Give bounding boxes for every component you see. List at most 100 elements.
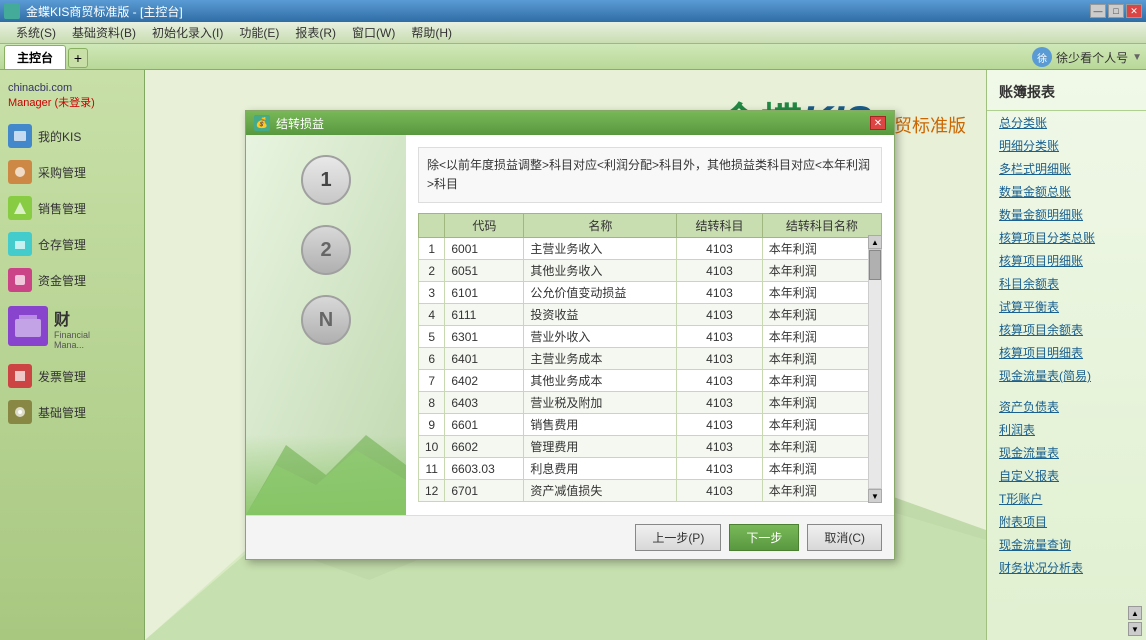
right-panel-item[interactable]: 资产负债表	[987, 395, 1146, 418]
cell-transfer-code: 4103	[677, 414, 763, 436]
table-scroll-track	[868, 249, 882, 489]
right-panel-title: 账簿报表	[987, 78, 1146, 111]
table-row: 12 6701 资产减值损失 4103 本年利润	[419, 480, 882, 502]
menu-basic-data[interactable]: 基础资料(B)	[64, 22, 144, 43]
cell-num: 3	[419, 282, 445, 304]
table-scroll-thumb[interactable]	[869, 250, 881, 280]
menu-report[interactable]: 报表(R)	[287, 22, 344, 43]
cell-name: 其他业务收入	[524, 260, 677, 282]
cell-code: 6701	[445, 480, 524, 502]
menu-function[interactable]: 功能(E)	[231, 22, 287, 43]
cell-transfer-code: 4103	[677, 436, 763, 458]
right-panel-scroll: ▲ ▼	[1128, 606, 1142, 636]
cell-transfer-name: 本年利润	[762, 436, 881, 458]
right-panel-item[interactable]: 核算项目余额表	[987, 318, 1146, 341]
wizard-step-n: N	[301, 295, 351, 345]
right-scroll-up[interactable]: ▲	[1128, 606, 1142, 620]
right-panel-item[interactable]: 数量金额明细账	[987, 203, 1146, 226]
sidebar-item-financial[interactable]: 财 FinancialMana...	[0, 298, 144, 358]
table-scroll-down[interactable]: ▼	[868, 489, 882, 503]
menu-init[interactable]: 初始化录入(I)	[144, 22, 231, 43]
cell-code: 6601	[445, 414, 524, 436]
dialog-titlebar: 💰 结转损益 ✕	[246, 111, 894, 135]
table-row: 11 6603.03 利息费用 4103 本年利润	[419, 458, 882, 480]
avatar: 徐	[1032, 47, 1052, 67]
cell-code: 6111	[445, 304, 524, 326]
mykis-icon	[8, 124, 32, 148]
sidebar-item-mykis[interactable]: 我的KIS	[0, 118, 144, 154]
dialog-title: 结转损益	[276, 115, 324, 132]
cell-transfer-name: 本年利润	[762, 414, 881, 436]
sidebar-item-storage[interactable]: 仓存管理	[0, 226, 144, 262]
right-panel-item[interactable]: T形账户	[987, 487, 1146, 510]
cell-code: 6403	[445, 392, 524, 414]
tab-main[interactable]: 主控台	[4, 45, 66, 69]
right-panel-item[interactable]: 科目余额表	[987, 272, 1146, 295]
right-panel-item[interactable]: 明细分类账	[987, 134, 1146, 157]
table-row: 3 6101 公允价值变动损益 4103 本年利润	[419, 282, 882, 304]
right-panel-item[interactable]: 利润表	[987, 418, 1146, 441]
right-panel-item[interactable]: 现金流量查询	[987, 533, 1146, 556]
manager-label: Manager (未登录)	[8, 94, 136, 110]
cell-name: 投资收益	[524, 304, 677, 326]
right-panel-item[interactable]: 总分类账	[987, 111, 1146, 134]
close-button[interactable]: ✕	[1126, 4, 1142, 18]
right-panel-item[interactable]: 数量金额总账	[987, 180, 1146, 203]
table-row: 1 6001 主营业务收入 4103 本年利润	[419, 238, 882, 260]
sidebar-item-sale[interactable]: 销售管理	[0, 190, 144, 226]
sidebar-item-basic[interactable]: 基础管理	[0, 394, 144, 430]
cell-code: 6402	[445, 370, 524, 392]
cell-code: 6301	[445, 326, 524, 348]
purchase-icon	[8, 160, 32, 184]
table-scroll-up[interactable]: ▲	[868, 235, 882, 249]
right-panel-item[interactable]: 核算项目明细账	[987, 249, 1146, 272]
right-panel-item[interactable]: 核算项目分类总账	[987, 226, 1146, 249]
maximize-button[interactable]: □	[1108, 4, 1124, 18]
cancel-button[interactable]: 取消(C)	[807, 524, 882, 551]
cell-transfer-name: 本年利润	[762, 458, 881, 480]
sidebar-item-invoice[interactable]: 发票管理	[0, 358, 144, 394]
data-table: 代码 名称 结转科目 结转科目名称 1 6001 主营业务收入 4103 本年利…	[418, 213, 882, 502]
sidebar-label-financial: 财	[54, 306, 90, 330]
menu-system[interactable]: 系统(S)	[8, 22, 64, 43]
table-row: 7 6402 其他业务成本 4103 本年利润	[419, 370, 882, 392]
dialog-transfer-profit: 💰 结转损益 ✕ 1 2 N 除<以前年度损益调整	[245, 110, 895, 560]
cell-name: 资产减值损失	[524, 480, 677, 502]
sidebar-label-finance: 资金管理	[38, 272, 86, 289]
wizard-step-1: 1	[301, 155, 351, 205]
next-button[interactable]: 下一步	[729, 524, 799, 551]
right-panel-item[interactable]: 现金流量表(简易)	[987, 364, 1146, 387]
right-panel-divider	[987, 387, 1146, 395]
right-panel-item[interactable]: 财务状况分析表	[987, 556, 1146, 579]
sidebar-label-storage: 仓存管理	[38, 236, 86, 253]
right-panel-item[interactable]: 核算项目明细表	[987, 341, 1146, 364]
sidebar-item-purchase[interactable]: 采购管理	[0, 154, 144, 190]
menu-window[interactable]: 窗口(W)	[344, 22, 403, 43]
right-panel-item[interactable]: 现金流量表	[987, 441, 1146, 464]
dialog-close-button[interactable]: ✕	[870, 116, 886, 130]
minimize-button[interactable]: —	[1090, 4, 1106, 18]
financial-icon	[8, 306, 48, 346]
right-scroll-down[interactable]: ▼	[1128, 622, 1142, 636]
right-panel-item[interactable]: 自定义报表	[987, 464, 1146, 487]
user-dropdown-arrow[interactable]: ▼	[1132, 52, 1142, 63]
right-panel-item[interactable]: 附表项目	[987, 510, 1146, 533]
sale-icon	[8, 196, 32, 220]
right-panel: 账簿报表 总分类账明细分类账多栏式明细账数量金额总账数量金额明细账核算项目分类总…	[986, 70, 1146, 640]
sidebar: chinacbi.com Manager (未登录) 我的KIS 采购管理 销售…	[0, 70, 145, 640]
cell-transfer-code: 4103	[677, 326, 763, 348]
cell-transfer-code: 4103	[677, 392, 763, 414]
cell-code: 6603.03	[445, 458, 524, 480]
sidebar-label-basic: 基础管理	[38, 404, 86, 421]
cell-name: 其他业务成本	[524, 370, 677, 392]
right-panel-item[interactable]: 试算平衡表	[987, 295, 1146, 318]
cell-transfer-name: 本年利润	[762, 304, 881, 326]
menu-help[interactable]: 帮助(H)	[403, 22, 460, 43]
right-panel-item[interactable]: 多栏式明细账	[987, 157, 1146, 180]
sidebar-label-mykis: 我的KIS	[38, 128, 81, 145]
tab-add-button[interactable]: +	[68, 48, 88, 68]
title-bar: 金蝶KIS商贸标准版 - [主控台] — □ ✕	[0, 0, 1146, 22]
dialog-icon: 💰	[254, 115, 270, 131]
sidebar-item-finance[interactable]: 资金管理	[0, 262, 144, 298]
prev-button[interactable]: 上一步(P)	[635, 524, 721, 551]
